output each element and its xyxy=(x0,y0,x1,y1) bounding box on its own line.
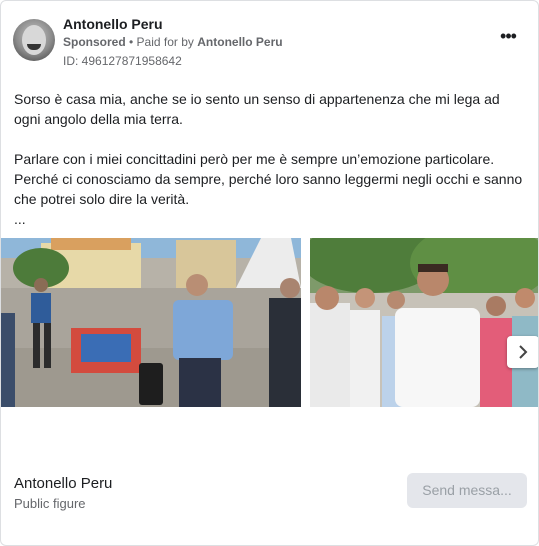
image-carousel xyxy=(1,238,538,407)
avatar-face xyxy=(22,25,46,55)
carousel-slide-2[interactable] xyxy=(310,238,538,407)
rally-photo xyxy=(1,238,301,407)
paid-for-name: Antonello Peru xyxy=(197,35,283,49)
send-message-button[interactable]: Send messa... xyxy=(407,473,527,508)
more-options-button[interactable]: ••• xyxy=(496,27,520,47)
sponsored-label: Sponsored xyxy=(63,35,126,49)
more-icon: ••• xyxy=(500,26,517,46)
avatar[interactable] xyxy=(13,19,55,61)
ad-id: ID: 496127871958642 xyxy=(63,54,182,68)
page-name[interactable]: Antonello Peru xyxy=(63,16,163,32)
ad-header: Antonello Peru Sponsored • Paid for by A… xyxy=(13,13,526,73)
footer-page-name[interactable]: Antonello Peru xyxy=(14,475,112,492)
crowd-photo xyxy=(310,238,538,407)
chevron-right-icon xyxy=(519,345,528,359)
sponsored-line: Sponsored • Paid for by Antonello Peru xyxy=(63,35,283,49)
post-paragraph-2: Parlare con i miei concittadini però per… xyxy=(14,151,523,207)
carousel-slide-1[interactable] xyxy=(1,238,301,407)
post-paragraph-1: Sorso è casa mia, anche se io sento un s… xyxy=(14,91,500,127)
carousel-next-button[interactable] xyxy=(507,336,538,368)
footer-page-category: Public figure xyxy=(14,496,86,511)
post-text: Sorso è casa mia, anche se io sento un s… xyxy=(14,89,529,229)
see-more-ellipsis[interactable]: ... xyxy=(14,209,529,229)
ad-card: Antonello Peru Sponsored • Paid for by A… xyxy=(0,0,539,546)
paid-for-prefix: • Paid for by xyxy=(125,35,198,49)
